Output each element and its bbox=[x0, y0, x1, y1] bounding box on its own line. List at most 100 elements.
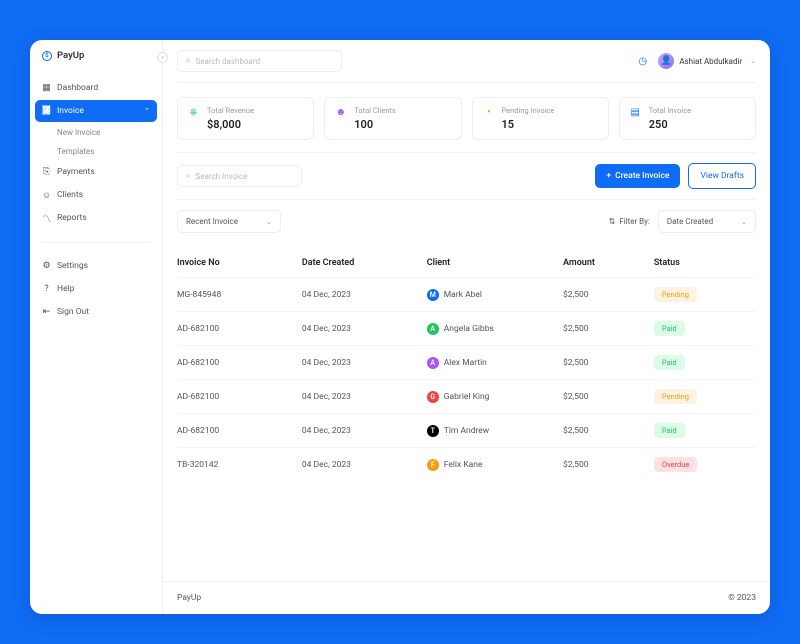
secondary-nav: ⚙Settings ?Help ⇤Sign Out bbox=[30, 249, 162, 330]
notification-icon[interactable]: ◷ bbox=[638, 56, 648, 66]
amount: $2,500 bbox=[563, 358, 654, 368]
client-avatar: A bbox=[427, 323, 439, 335]
total-invoice-icon: ▤ bbox=[629, 106, 642, 119]
table-row[interactable]: MG-845948 04 Dec, 2023 M Mark Abel $2,500… bbox=[177, 277, 756, 311]
nav-settings[interactable]: ⚙Settings bbox=[35, 255, 157, 277]
chevron-up-icon: ⌃ bbox=[144, 107, 150, 115]
logo: $ PayUp ‹ bbox=[30, 50, 162, 71]
topbar: ⌕Search dashboard ◷ 👤 Ashiat Abdulkadir … bbox=[163, 40, 770, 82]
amount: $2,500 bbox=[563, 392, 654, 402]
footer-copyright: © 2023 bbox=[728, 593, 756, 603]
date-created: 04 Dec, 2023 bbox=[302, 392, 427, 402]
dashboard-icon: ▦ bbox=[42, 84, 51, 93]
amount: $2,500 bbox=[563, 460, 654, 470]
view-drafts-button[interactable]: View Drafts bbox=[688, 163, 756, 189]
client-name: Angela Gibbs bbox=[444, 324, 494, 334]
chevron-down-icon: ⌄ bbox=[741, 218, 747, 226]
search-invoice-input[interactable]: ⌕Search Invoice bbox=[177, 165, 302, 187]
invoice-no: AD-682100 bbox=[177, 392, 302, 402]
status-badge: Paid bbox=[654, 355, 685, 370]
status-cell: Paid bbox=[654, 423, 756, 438]
client-cell: M Mark Abel bbox=[427, 289, 563, 301]
table-row[interactable]: AD-682100 04 Dec, 2023 GGabriel King $2,… bbox=[177, 379, 756, 413]
status-cell: Pending bbox=[654, 287, 756, 302]
amount: $2,500 bbox=[563, 290, 654, 300]
footer-brand: PayUp bbox=[177, 593, 201, 603]
primary-nav: ▦Dashboard 🧾Invoice⌃ New Invoice Templat… bbox=[30, 71, 162, 236]
search-icon: ⌕ bbox=[186, 171, 190, 181]
nav-help[interactable]: ?Help bbox=[35, 278, 157, 300]
table-row[interactable]: AD-682100 04 Dec, 2023 TTim Andrew $2,50… bbox=[177, 413, 756, 447]
nav-templates[interactable]: Templates bbox=[35, 142, 157, 161]
client-avatar: T bbox=[427, 425, 439, 437]
table-header: Invoice No Date Created Client Amount St… bbox=[177, 249, 756, 277]
invoice-table: Invoice No Date Created Client Amount St… bbox=[163, 243, 770, 581]
search-icon: ⌕ bbox=[186, 56, 190, 66]
create-invoice-button[interactable]: +Create Invoice bbox=[595, 164, 680, 188]
clients-stat-icon: ☻ bbox=[334, 106, 347, 119]
client-cell: A Angela Gibbs bbox=[427, 323, 563, 335]
date-created-select[interactable]: Date Created⌄ bbox=[658, 210, 756, 233]
date-created: 04 Dec, 2023 bbox=[302, 290, 427, 300]
filter-by-label: ⇅Filter By: bbox=[609, 217, 650, 226]
client-cell: GGabriel King bbox=[427, 391, 563, 403]
client-cell: T Tim Andrew bbox=[427, 425, 563, 437]
table-row[interactable]: TB-320142 04 Dec, 2023 FFelix Kane $2,50… bbox=[177, 447, 756, 481]
user-menu[interactable]: 👤 Ashiat Abdulkadir ⌄ bbox=[658, 53, 756, 69]
main-content: ⌕Search dashboard ◷ 👤 Ashiat Abdulkadir … bbox=[163, 40, 770, 614]
table-row[interactable]: AD-682100 04 Dec, 2023 A Alex Martin $2,5… bbox=[177, 345, 756, 379]
sidebar: $ PayUp ‹ ▦Dashboard 🧾Invoice⌃ New Invoi… bbox=[30, 40, 163, 614]
status-badge: Overdue bbox=[654, 457, 698, 472]
amount: $2,500 bbox=[563, 324, 654, 334]
status-cell: Paid bbox=[654, 321, 756, 336]
client-name: Alex Martin bbox=[444, 358, 487, 368]
date-created: 04 Dec, 2023 bbox=[302, 460, 427, 470]
collapse-sidebar-button[interactable]: ‹ bbox=[157, 52, 168, 63]
nav-dashboard[interactable]: ▦Dashboard bbox=[35, 77, 157, 99]
help-icon: ? bbox=[42, 285, 51, 294]
actions-row: ⌕Search Invoice +Create Invoice View Dra… bbox=[163, 153, 770, 199]
nav-signout[interactable]: ⇤Sign Out bbox=[35, 301, 157, 323]
client-name: Tim Andrew bbox=[444, 426, 489, 436]
invoice-no: MG-845948 bbox=[177, 290, 302, 300]
client-name: Mark Abel bbox=[444, 290, 482, 300]
client-avatar: F bbox=[427, 459, 439, 471]
status-cell: Overdue bbox=[654, 457, 756, 472]
plus-icon: + bbox=[606, 171, 611, 181]
pending-icon: ◔ bbox=[482, 106, 495, 119]
invoice-no: AD-682100 bbox=[177, 358, 302, 368]
stat-clients: ☻Total Clients100 bbox=[324, 97, 461, 140]
client-cell: A Alex Martin bbox=[427, 357, 563, 369]
gear-icon: ⚙ bbox=[42, 262, 51, 271]
recent-invoice-select[interactable]: Recent Invoice⌄ bbox=[177, 210, 281, 233]
date-created: 04 Dec, 2023 bbox=[302, 358, 427, 368]
table-row[interactable]: AD-682100 04 Dec, 2023 A Angela Gibbs $2,… bbox=[177, 311, 756, 345]
nav-invoice[interactable]: 🧾Invoice⌃ bbox=[35, 100, 157, 122]
nav-divider bbox=[42, 242, 150, 243]
client-name: Gabriel King bbox=[444, 392, 490, 402]
status-cell: Pending bbox=[654, 389, 756, 404]
client-cell: FFelix Kane bbox=[427, 459, 563, 471]
stats-row: ⎈Total Revenue$8,000 ☻Total Clients100 ◔… bbox=[163, 83, 770, 152]
nav-new-invoice[interactable]: New Invoice bbox=[35, 123, 157, 142]
invoice-icon: 🧾 bbox=[42, 107, 51, 116]
payments-icon: ⎘ bbox=[42, 168, 51, 177]
nav-reports[interactable]: 〽Reports bbox=[35, 207, 157, 229]
signout-icon: ⇤ bbox=[42, 308, 51, 317]
search-dashboard-input[interactable]: ⌕Search dashboard bbox=[177, 50, 342, 72]
filters-row: Recent Invoice⌄ ⇅Filter By: Date Created… bbox=[163, 200, 770, 243]
status-badge: Paid bbox=[654, 321, 685, 336]
invoice-no: AD-682100 bbox=[177, 426, 302, 436]
client-avatar: M bbox=[427, 289, 439, 301]
status-cell: Paid bbox=[654, 355, 756, 370]
client-avatar: A bbox=[427, 357, 439, 369]
chevron-down-icon: ⌄ bbox=[750, 57, 756, 65]
nav-clients[interactable]: ☺Clients bbox=[35, 184, 157, 206]
date-created: 04 Dec, 2023 bbox=[302, 324, 427, 334]
footer: PayUp © 2023 bbox=[163, 581, 770, 614]
stat-revenue: ⎈Total Revenue$8,000 bbox=[177, 97, 314, 140]
nav-payments[interactable]: ⎘Payments bbox=[35, 161, 157, 183]
amount: $2,500 bbox=[563, 426, 654, 436]
avatar: 👤 bbox=[658, 53, 674, 69]
invoice-no: AD-682100 bbox=[177, 324, 302, 334]
